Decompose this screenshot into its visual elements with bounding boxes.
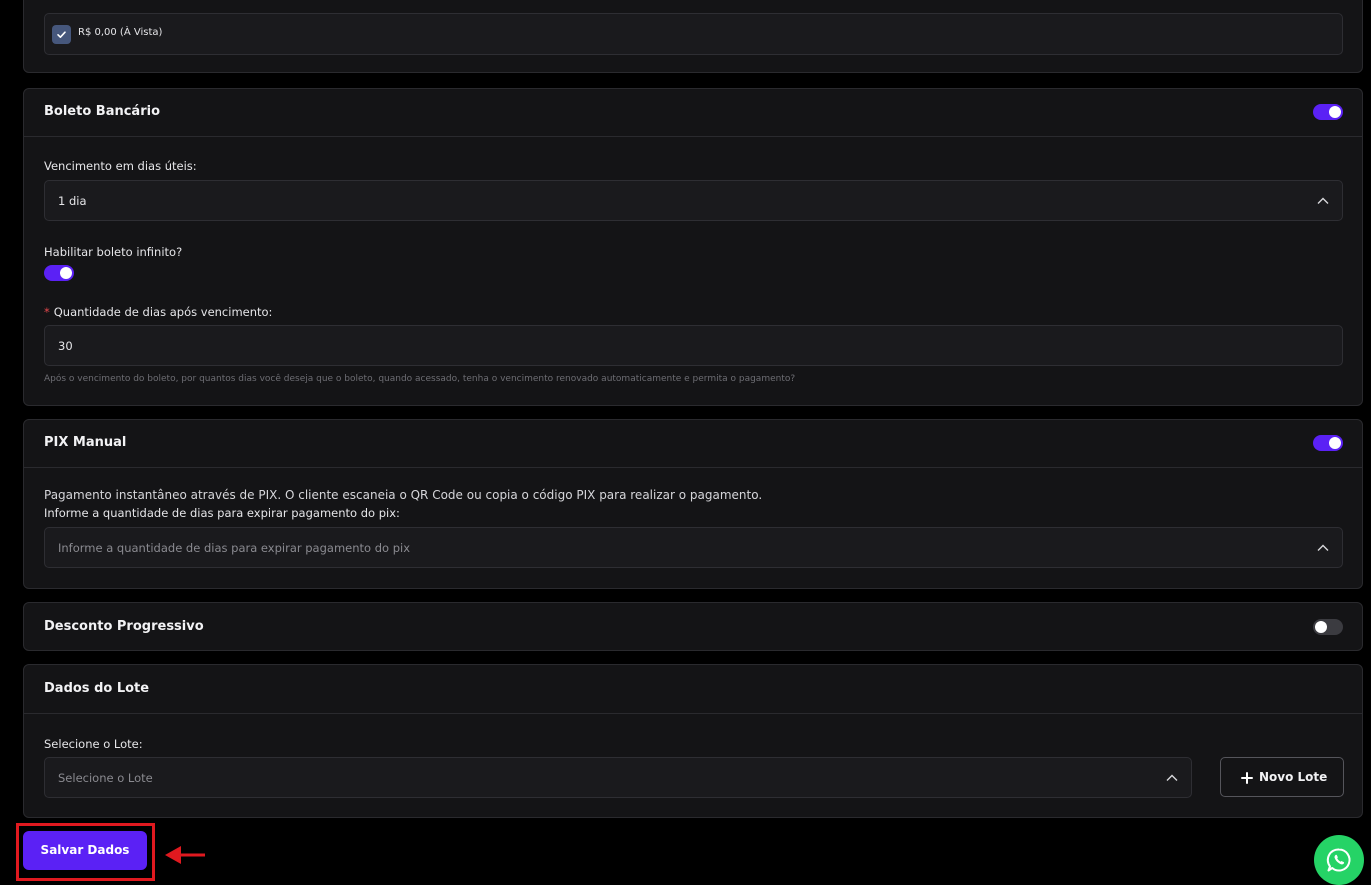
save-button-label: Salvar Dados: [40, 843, 130, 857]
toggle-knob: [60, 267, 72, 279]
plus-icon: [1241, 772, 1253, 784]
quantidade-dias-help: Após o vencimento do boleto, por quantos…: [44, 374, 796, 384]
desconto-card: Desconto Progressivo: [23, 602, 1363, 651]
pix-card-header: PIX Manual: [24, 420, 1362, 468]
desconto-title: Desconto Progressivo: [44, 619, 204, 634]
installment-option-label: R$ 0,00 (À Vista): [78, 27, 163, 38]
toggle-knob: [1315, 621, 1327, 633]
pix-card: PIX Manual Pagamento instantâneo através…: [23, 419, 1363, 589]
lote-select-placeholder: Selecione o Lote: [58, 771, 153, 785]
pix-expira-placeholder: Informe a quantidade de dias para expira…: [58, 541, 411, 555]
lote-card-header: Dados do Lote: [24, 665, 1362, 714]
required-mark: *: [44, 305, 50, 319]
boleto-card-header: Boleto Bancário: [24, 89, 1362, 137]
installment-option-row[interactable]: R$ 0,00 (À Vista): [44, 13, 1343, 55]
boleto-infinito-label: Habilitar boleto infinito?: [44, 245, 183, 259]
pix-expira-select[interactable]: Informe a quantidade de dias para expira…: [44, 527, 1343, 568]
quantidade-dias-value: 30: [58, 339, 73, 353]
boleto-card: Boleto Bancário Vencimento em dias úteis…: [23, 88, 1363, 406]
chevron-up-icon: [1317, 197, 1329, 204]
pix-expira-label: Informe a quantidade de dias para expira…: [44, 506, 400, 520]
installment-options-card: R$ 0,00 (À Vista): [23, 0, 1363, 73]
lote-card: Dados do Lote Selecione o Lote: Selecion…: [23, 664, 1363, 818]
lote-select-label: Selecione o Lote:: [44, 737, 143, 751]
desconto-toggle[interactable]: [1313, 619, 1343, 635]
toggle-knob: [1329, 106, 1341, 118]
new-lote-label: Novo Lote: [1259, 770, 1328, 784]
new-lote-button[interactable]: Novo Lote: [1220, 757, 1344, 797]
vencimento-select[interactable]: 1 dia: [44, 180, 1343, 221]
whatsapp-button[interactable]: [1314, 835, 1364, 885]
whatsapp-icon: [1326, 848, 1351, 872]
chevron-up-icon: [1166, 774, 1178, 781]
pix-description: Pagamento instantâneo através de PIX. O …: [44, 488, 763, 502]
lote-select[interactable]: Selecione o Lote: [44, 757, 1192, 798]
boleto-title: Boleto Bancário: [44, 104, 160, 119]
vencimento-value: 1 dia: [58, 194, 87, 208]
quantidade-dias-label-text: Quantidade de dias após vencimento:: [53, 305, 273, 319]
save-button[interactable]: Salvar Dados: [23, 831, 147, 870]
pix-toggle[interactable]: [1313, 435, 1343, 451]
boleto-toggle[interactable]: [1313, 104, 1343, 120]
quantidade-dias-label: * Quantidade de dias após vencimento:: [44, 305, 272, 319]
check-icon: [57, 31, 66, 38]
vencimento-label: Vencimento em dias úteis:: [44, 159, 197, 173]
toggle-knob: [1329, 437, 1341, 449]
boleto-infinito-toggle[interactable]: [44, 265, 74, 281]
chevron-up-icon: [1317, 544, 1329, 551]
quantidade-dias-input[interactable]: 30: [44, 325, 1343, 366]
pix-title: PIX Manual: [44, 435, 127, 450]
arrow-left-icon: [165, 846, 205, 864]
lote-title: Dados do Lote: [44, 681, 150, 696]
installment-checkbox[interactable]: [52, 25, 71, 44]
